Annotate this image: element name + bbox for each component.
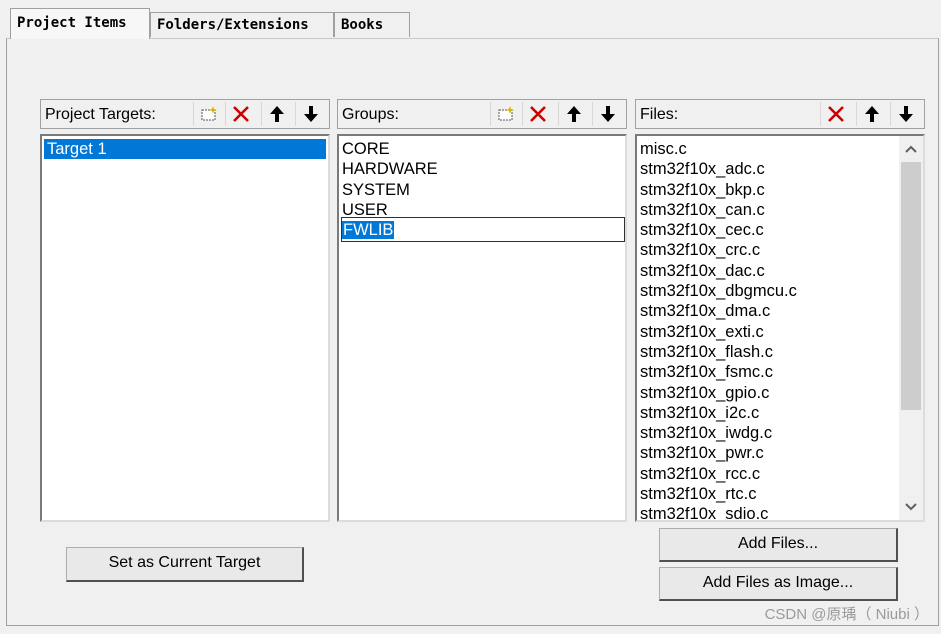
project-targets-label: Project Targets: (45, 106, 156, 123)
list-item-group[interactable]: HARDWARE (339, 159, 625, 179)
list-item-file[interactable]: stm32f10x_cec.c (637, 220, 923, 240)
delete-icon (827, 106, 844, 122)
list-item-file[interactable]: stm32f10x_sdio.c (637, 504, 923, 520)
list-item-group[interactable]: CORE (339, 139, 625, 159)
move-group-down-button[interactable] (592, 102, 622, 126)
arrow-down-icon (898, 106, 913, 122)
delete-icon (232, 106, 249, 122)
move-target-down-button[interactable] (295, 102, 325, 126)
delete-target-button[interactable] (225, 102, 255, 126)
list-item-file[interactable]: stm32f10x_exti.c (637, 322, 923, 342)
list-item-file[interactable]: stm32f10x_crc.c (637, 240, 923, 260)
list-item-file[interactable]: misc.c (637, 139, 923, 159)
project-targets-list[interactable]: Target 1 (40, 134, 330, 522)
list-item-file[interactable]: stm32f10x_flash.c (637, 342, 923, 362)
new-target-button[interactable] (193, 102, 223, 126)
groups-label: Groups: (342, 106, 399, 123)
arrow-up-icon (864, 106, 879, 122)
list-item-file[interactable]: stm32f10x_dma.c (637, 301, 923, 321)
delete-file-button[interactable] (820, 102, 850, 126)
files-header: Files: (635, 99, 925, 129)
tab-project-items[interactable]: Project Items (10, 8, 150, 39)
list-item-file[interactable]: stm32f10x_rcc.c (637, 464, 923, 484)
list-item-file[interactable]: stm32f10x_i2c.c (637, 403, 923, 423)
move-target-up-button[interactable] (261, 102, 291, 126)
move-file-down-button[interactable] (890, 102, 920, 126)
new-item-icon (498, 106, 514, 121)
groups-list[interactable]: CORE HARDWARE SYSTEM USER FWLIB (337, 134, 627, 522)
scroll-up-icon[interactable] (904, 144, 918, 154)
files-list[interactable]: misc.c stm32f10x_adc.c stm32f10x_bkp.c s… (635, 134, 925, 522)
list-item-file[interactable]: stm32f10x_bkp.c (637, 180, 923, 200)
move-group-up-button[interactable] (558, 102, 588, 126)
new-item-icon (201, 106, 217, 121)
list-item-file[interactable]: stm32f10x_fsmc.c (637, 362, 923, 382)
list-item-file[interactable]: stm32f10x_pwr.c (637, 443, 923, 463)
list-item-file[interactable]: stm32f10x_can.c (637, 200, 923, 220)
project-targets-header: Project Targets: (40, 99, 330, 129)
add-files-as-image-button[interactable]: Add Files as Image... (659, 567, 898, 601)
move-file-up-button[interactable] (856, 102, 886, 126)
arrow-down-icon (600, 106, 615, 122)
edit-field-border (341, 217, 625, 242)
watermark: CSDN @原瑀（ Niubi ） (764, 606, 929, 623)
scrollbar-thumb[interactable] (901, 162, 921, 410)
list-item-file[interactable]: stm32f10x_iwdg.c (637, 423, 923, 443)
groups-header: Groups: (337, 99, 627, 129)
tab-books[interactable]: Books (334, 12, 410, 37)
set-as-current-target-button[interactable]: Set as Current Target (66, 547, 304, 582)
manage-project-items-dialog: Project Items Folders/Extensions Books P… (0, 0, 941, 634)
list-item-file[interactable]: stm32f10x_gpio.c (637, 383, 923, 403)
add-files-button[interactable]: Add Files... (659, 528, 898, 562)
tab-folders-extensions[interactable]: Folders/Extensions (150, 12, 334, 37)
list-item-file[interactable]: stm32f10x_dbgmcu.c (637, 281, 923, 301)
files-label: Files: (640, 106, 679, 123)
scroll-down-icon[interactable] (904, 502, 918, 512)
list-item-file[interactable]: stm32f10x_rtc.c (637, 484, 923, 504)
list-item-target-1[interactable]: Target 1 (44, 139, 326, 160)
new-group-button[interactable] (490, 102, 520, 126)
list-item-file[interactable]: stm32f10x_dac.c (637, 261, 923, 281)
list-item-file[interactable]: stm32f10x_adc.c (637, 159, 923, 179)
arrow-up-icon (269, 106, 284, 122)
arrow-down-icon (303, 106, 318, 122)
arrow-up-icon (566, 106, 581, 122)
delete-group-button[interactable] (522, 102, 552, 126)
files-scrollbar[interactable] (899, 136, 923, 520)
delete-icon (529, 106, 546, 122)
list-item-group[interactable]: SYSTEM (339, 180, 625, 200)
